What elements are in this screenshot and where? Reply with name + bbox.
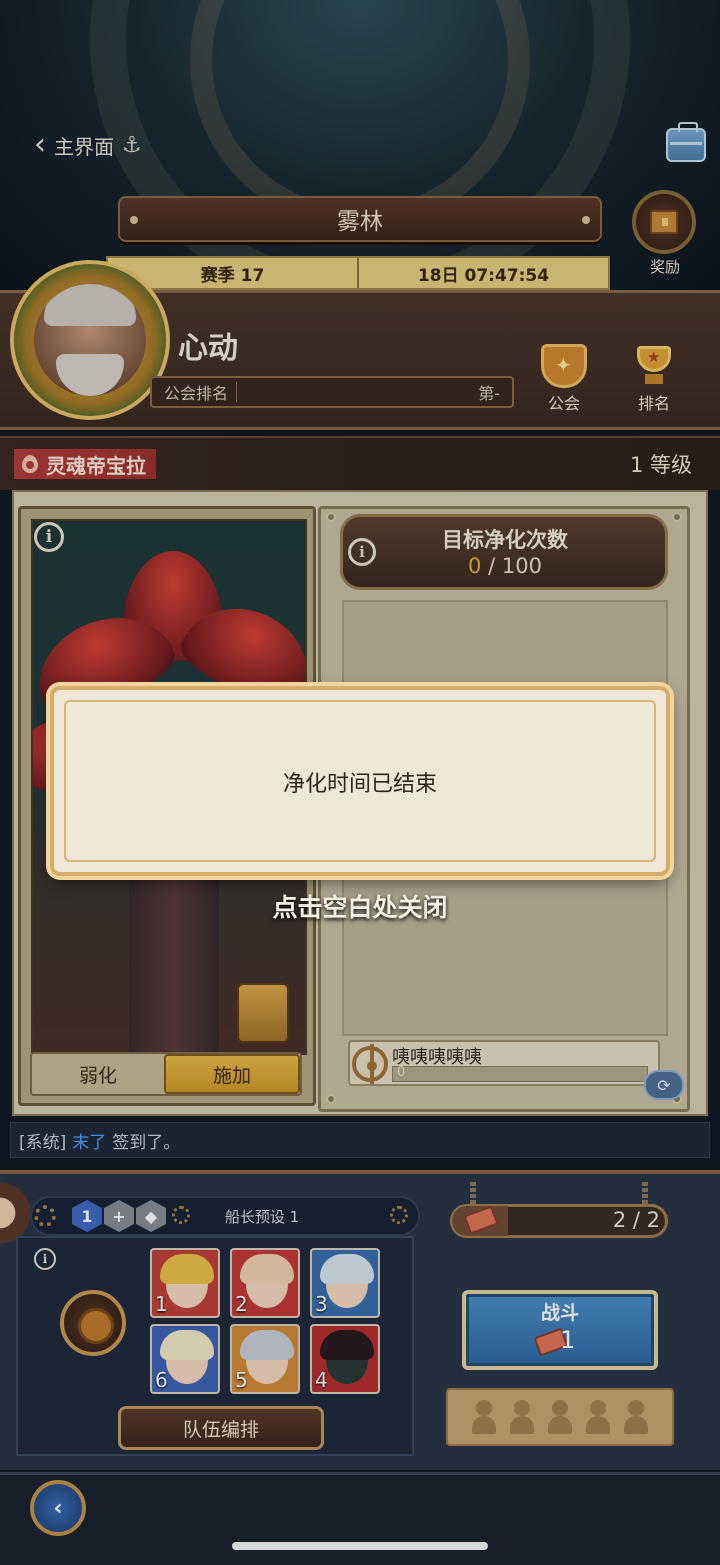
dialog-message: 净化时间已结束 <box>282 772 437 797</box>
close-hint: 点击空白处关闭 <box>272 893 448 922</box>
